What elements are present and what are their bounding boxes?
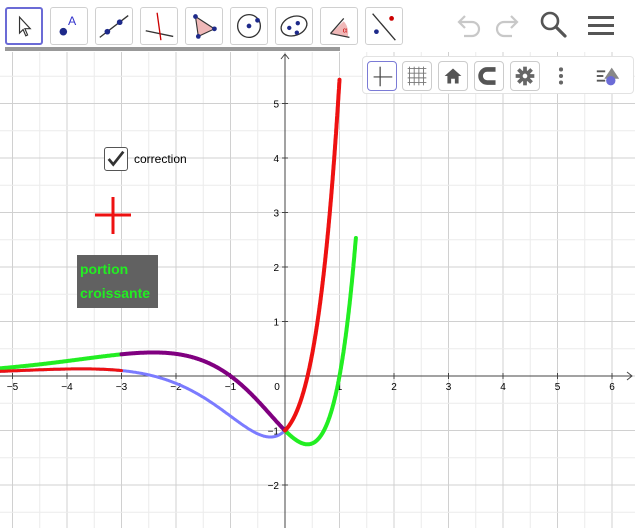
angle-icon: α (330, 18, 350, 38)
checkmark-icon (107, 150, 125, 167)
y-tick-label: −2 (268, 481, 280, 492)
perpendicular-line-icon (145, 12, 174, 41)
style-bar-toggle-button[interactable] (593, 61, 623, 91)
svg-text:A: A (68, 14, 77, 28)
undo-button[interactable] (452, 8, 486, 42)
line-tool[interactable] (95, 7, 133, 45)
magnet-icon (478, 67, 496, 85)
redo-icon (495, 15, 519, 38)
x-tick-label: −5 (7, 382, 19, 393)
grid-toggle-button[interactable] (402, 61, 432, 91)
point-capturing-button[interactable] (474, 61, 504, 91)
angle-tool[interactable]: α (320, 7, 358, 45)
x-tick-label: −4 (61, 382, 73, 393)
more-vert-icon (558, 67, 564, 85)
polygon-icon (193, 14, 217, 39)
correction-checkbox[interactable]: correction (104, 145, 187, 173)
svg-text:α: α (343, 26, 348, 35)
search-button[interactable] (536, 8, 570, 42)
circle-tool[interactable] (230, 7, 268, 45)
ellipse-icon (280, 15, 308, 37)
text-line-2: croissante (80, 285, 151, 301)
portion-croissante-text[interactable]: portion croissante (77, 255, 158, 308)
search-icon (540, 11, 567, 38)
y-tick-label: 4 (273, 154, 279, 165)
checkbox-box[interactable] (104, 147, 128, 171)
axes-icon (373, 66, 393, 87)
move-tool[interactable] (5, 7, 43, 45)
polygon-tool[interactable] (185, 7, 223, 45)
reflect-tool[interactable] (365, 7, 403, 45)
x-tick-label: 5 (555, 382, 561, 393)
axes-toggle-button[interactable] (367, 61, 397, 91)
x-tick-label: 4 (500, 382, 506, 393)
red-cross-marker[interactable] (95, 197, 131, 234)
increasing-part-curve-left[interactable] (0, 352, 124, 371)
x-tick-label: 3 (446, 382, 452, 393)
style-bar (362, 56, 634, 94)
tool-underline (5, 47, 340, 51)
y-tick-label: 2 (273, 263, 279, 274)
gear-icon (515, 66, 535, 86)
menu-icon (588, 16, 614, 35)
point-a-icon: A (59, 14, 77, 36)
checkbox-label: correction (134, 152, 187, 166)
x-tick-label: 0 (274, 382, 280, 393)
style-bar-toggle-icon (596, 67, 620, 86)
graphics-settings-button[interactable] (510, 61, 540, 91)
derivative-overlay-left[interactable] (0, 367, 123, 373)
toolbar: A α (0, 0, 635, 52)
redo-button[interactable] (490, 8, 524, 42)
y-tick-label: 5 (273, 100, 279, 111)
x-tick-label: 2 (391, 382, 397, 393)
menu-button[interactable] (584, 8, 618, 42)
y-tick-label: 3 (273, 209, 279, 220)
x-tick-label: −3 (116, 382, 128, 393)
grid-icon (407, 66, 427, 86)
home-icon (444, 68, 462, 84)
y-tick-label: 1 (273, 318, 279, 329)
perpendicular-tool[interactable] (140, 7, 178, 45)
arrow-cursor-icon (18, 15, 32, 37)
line-through-points-icon (99, 15, 129, 38)
point-tool[interactable]: A (50, 7, 88, 45)
undo-icon (457, 15, 481, 38)
conic-tool[interactable] (275, 7, 313, 45)
text-line-1: portion (80, 261, 129, 277)
reflect-point-icon (372, 13, 396, 41)
derivative-curve[interactable] (0, 352, 314, 439)
x-tick-label: 6 (609, 382, 615, 393)
circle-center-point-icon (236, 13, 262, 39)
more-options-button[interactable] (546, 61, 576, 91)
x-tick-label: −1 (225, 382, 237, 393)
standard-view-button[interactable] (438, 61, 468, 91)
